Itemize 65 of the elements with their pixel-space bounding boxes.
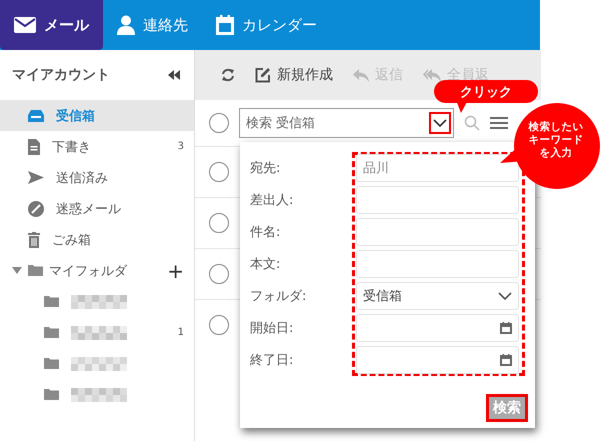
inbox-icon xyxy=(28,109,44,122)
folder-icon xyxy=(44,327,59,338)
field-label: 開始日: xyxy=(250,320,294,338)
reply-icon xyxy=(353,68,369,82)
folder-item[interactable]: 下書き 3 xyxy=(0,131,194,162)
search-options-button[interactable] xyxy=(429,112,451,134)
folder-icon xyxy=(44,389,59,400)
row-checkbox[interactable] xyxy=(209,315,229,335)
trash-icon xyxy=(28,232,40,248)
collapse-icon[interactable] xyxy=(168,70,180,80)
calendar-icon xyxy=(216,15,234,35)
nav-tab[interactable]: 連絡先 xyxy=(103,0,202,50)
input-field[interactable]: 品川 xyxy=(356,154,519,182)
nav-tab[interactable]: メール xyxy=(0,0,103,50)
folder-icon xyxy=(44,358,59,369)
input-field[interactable] xyxy=(356,218,519,246)
caret-down-icon[interactable] xyxy=(12,266,22,274)
folder-item[interactable]: 迷惑メール xyxy=(0,193,194,224)
field-label: フォルダ: xyxy=(250,288,308,306)
folder-icon xyxy=(28,265,43,276)
field-label: 件名: xyxy=(250,224,282,242)
pixelated-label xyxy=(71,388,127,402)
pixelated-label xyxy=(71,356,127,370)
callout-tooltip: 検索したいキーワードを入力 xyxy=(500,103,602,189)
toolbar-button[interactable]: 新規作成 xyxy=(255,66,333,84)
row-checkbox[interactable] xyxy=(209,162,229,182)
chevron-down-icon xyxy=(498,292,512,300)
toolbar-button[interactable] xyxy=(221,68,235,82)
person-icon xyxy=(117,15,135,35)
refresh-icon xyxy=(221,68,235,82)
chevron-down-icon xyxy=(433,119,447,127)
sidebar-title: マイアカウント xyxy=(12,66,110,84)
document-icon xyxy=(28,138,40,154)
compose-icon xyxy=(255,67,271,83)
folder-item[interactable]: ごみ箱 xyxy=(0,224,194,255)
calendar-icon xyxy=(500,322,512,334)
row-checkbox[interactable] xyxy=(209,264,229,284)
folder-icon xyxy=(44,296,59,307)
search-icon[interactable] xyxy=(464,115,480,131)
field-label: 本文: xyxy=(250,256,282,274)
blocked-icon xyxy=(28,200,44,216)
select-all-checkbox[interactable] xyxy=(209,113,229,133)
input-field[interactable] xyxy=(356,186,519,214)
send-icon xyxy=(28,171,44,184)
menu-icon[interactable] xyxy=(490,116,508,130)
add-folder-button[interactable]: + xyxy=(167,258,184,282)
folder-item[interactable]: マイフォルダ + xyxy=(0,255,194,286)
row-checkbox[interactable] xyxy=(209,213,229,233)
unread-count: 1 xyxy=(178,327,184,338)
field-label: 差出人: xyxy=(250,192,294,210)
search-field[interactable]: 検索 受信箱 xyxy=(239,108,454,138)
reply-all-icon xyxy=(423,68,441,82)
mail-icon xyxy=(14,17,36,33)
callout-tooltip: クリック xyxy=(434,80,538,113)
pixelated-label xyxy=(71,326,127,340)
field-label: 終了日: xyxy=(250,352,294,370)
date-field[interactable] xyxy=(356,346,519,374)
date-field[interactable] xyxy=(356,314,519,342)
folder-select[interactable]: 受信箱 xyxy=(356,282,519,310)
field-label: 宛先: xyxy=(250,160,282,178)
nav-tab[interactable]: カレンダー xyxy=(202,0,331,50)
input-field[interactable] xyxy=(356,250,519,278)
calendar-icon xyxy=(500,354,512,366)
pixelated-label xyxy=(71,294,127,308)
folder-item[interactable]: 送信済み xyxy=(0,162,194,193)
